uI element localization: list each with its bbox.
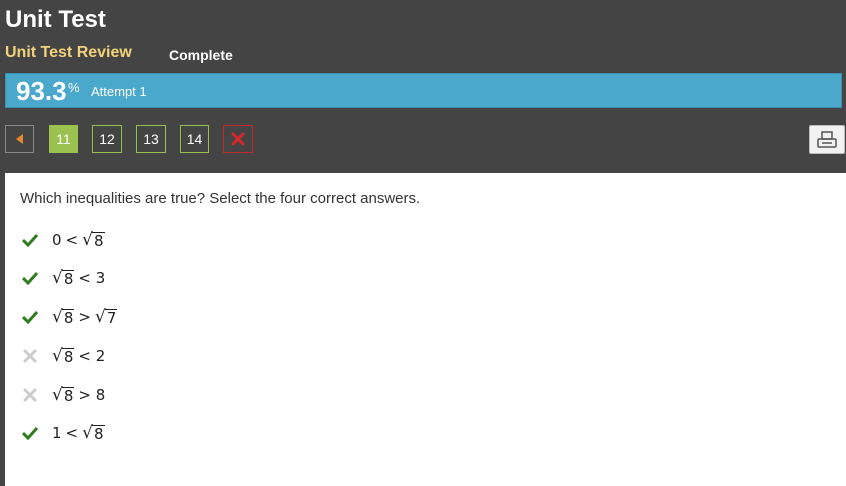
answer-expression: √ 8 > 8 bbox=[52, 384, 106, 405]
status-label: Complete bbox=[169, 47, 233, 63]
check-icon bbox=[20, 268, 40, 288]
answer-option-6[interactable]: 1 < √ 8 bbox=[20, 421, 105, 445]
x-icon bbox=[20, 385, 40, 405]
question-12-button[interactable]: 12 bbox=[92, 125, 122, 153]
answer-option-1[interactable]: 0 < √ 8 bbox=[20, 228, 105, 252]
question-11-button[interactable]: 11 bbox=[49, 125, 78, 153]
attempt-label: Attempt 1 bbox=[91, 84, 147, 99]
question-text: Which inequalities are true? Select the … bbox=[20, 190, 421, 207]
score-value: 93.3 bbox=[16, 76, 67, 106]
print-icon bbox=[817, 130, 837, 148]
answer-expression: 0 < √ 8 bbox=[52, 229, 105, 250]
question-14-button[interactable]: 14 bbox=[180, 125, 209, 153]
check-icon bbox=[20, 230, 40, 250]
check-icon bbox=[20, 423, 40, 443]
x-icon bbox=[20, 346, 40, 366]
section-title: Unit Test Review bbox=[5, 44, 132, 61]
close-button[interactable] bbox=[223, 125, 253, 153]
answer-expression: √ 8 > √ 7 bbox=[52, 306, 118, 327]
score-unit: % bbox=[68, 80, 80, 95]
print-button[interactable] bbox=[809, 125, 845, 154]
answer-expression: √ 8 < 2 bbox=[52, 345, 106, 366]
page-title: Unit Test bbox=[5, 6, 106, 33]
caret-left-icon bbox=[16, 134, 23, 144]
check-icon bbox=[20, 307, 40, 327]
answer-expression: √ 8 < 3 bbox=[52, 267, 106, 288]
score-bar: 93.3 % Attempt 1 bbox=[5, 73, 842, 108]
answer-option-2[interactable]: √ 8 < 3 bbox=[20, 266, 105, 290]
answer-option-3[interactable]: √ 8 > √ 7 bbox=[20, 305, 118, 329]
x-icon bbox=[231, 132, 245, 146]
answer-expression: 1 < √ 8 bbox=[52, 422, 105, 443]
answer-option-4[interactable]: √ 8 < 2 bbox=[20, 344, 105, 368]
answer-option-5[interactable]: √ 8 > 8 bbox=[20, 383, 105, 407]
question-13-button[interactable]: 13 bbox=[136, 125, 166, 153]
previous-button[interactable] bbox=[5, 125, 34, 153]
question-panel: Which inequalities are true? Select the … bbox=[5, 173, 846, 486]
